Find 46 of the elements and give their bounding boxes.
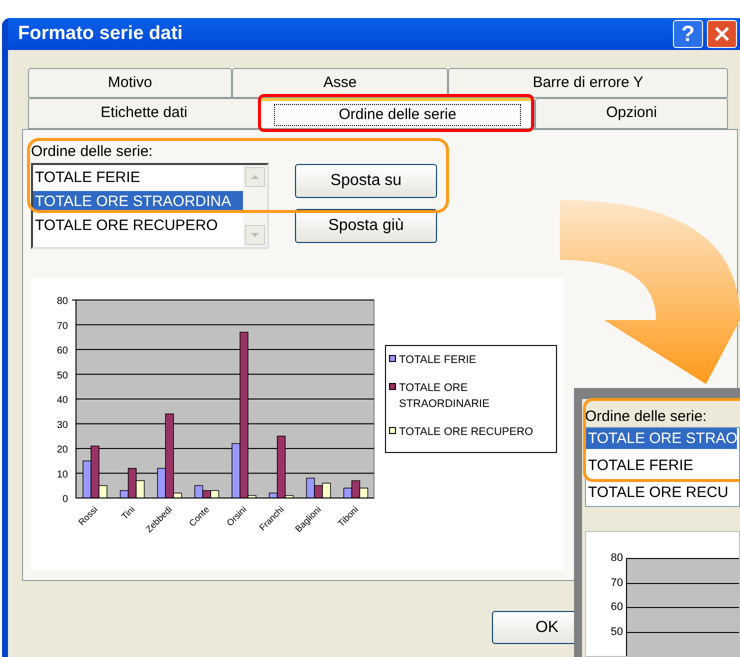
scroll-down-icon[interactable]: [245, 225, 265, 245]
axis-tick-label: 60: [610, 601, 623, 615]
tab[interactable]: Motivo: [28, 68, 232, 98]
list-item[interactable]: TOTALE ORE STRAO: [586, 428, 738, 449]
list-item[interactable]: TOTALE ORE RECUPERO: [33, 215, 243, 236]
legend-label: TOTALE FERIE: [399, 353, 476, 368]
axis-tick-label: 70: [610, 576, 623, 590]
scrollbar[interactable]: [243, 165, 267, 247]
axis-tick-label: 50: [610, 626, 623, 640]
series-list[interactable]: TOTALE ORE STRAO TOTALE FERIE TOTALE ORE RECU: [585, 427, 740, 507]
list-item[interactable]: TOTALE ORE STRAORDINA: [33, 191, 243, 212]
axis-tick-label: 80: [56, 296, 68, 307]
close-button[interactable]: [707, 20, 737, 48]
window-title: Formato serie dati: [18, 22, 184, 46]
tab[interactable]: Barre di errore Y: [448, 68, 728, 98]
axis-tick-label: 50: [56, 370, 68, 382]
axis-tick-label: 80: [610, 552, 623, 566]
bar: [322, 482, 331, 498]
legend-label: TOTALE ORE RECUPERO: [399, 425, 534, 440]
axis-tick-label: 10: [56, 469, 68, 480]
move-down-button[interactable]: Sposta giù: [295, 209, 437, 243]
legend-swatch: [389, 383, 396, 390]
help-button[interactable]: ?: [673, 20, 703, 48]
tab[interactable]: Etichette dati: [28, 98, 260, 129]
series-list[interactable]: TOTALE FERIE TOTALE ORE STRAORDINA TOTALE ORE RECUPERO: [31, 163, 269, 249]
legend-label: TOTALE ORE STRAORDINARIE: [399, 381, 490, 412]
list-item[interactable]: TOTALE ORE RECU: [586, 482, 728, 503]
tab[interactable]: Opzioni: [535, 98, 728, 129]
tab[interactable]: Ordine delle serie: [260, 98, 535, 129]
legend-swatch: [389, 355, 396, 362]
axis-tick-label: 70: [56, 320, 68, 332]
scroll-up-icon[interactable]: [245, 167, 265, 187]
list-item[interactable]: TOTALE FERIE: [33, 167, 243, 188]
tab[interactable]: Asse: [232, 68, 448, 98]
axis-category-label: Tini: [120, 504, 137, 522]
axis-tick-label: 30: [56, 420, 68, 431]
close-icon: [714, 26, 730, 42]
axis-tick-label: 40: [56, 395, 68, 406]
move-up-button[interactable]: Sposta su: [295, 164, 437, 198]
axis-tick-label: 0: [62, 494, 68, 505]
axis-tick-label: 20: [56, 444, 68, 456]
list-label: Ordine delle serie:: [585, 407, 708, 427]
legend-swatch: [389, 427, 396, 434]
list-item[interactable]: TOTALE FERIE: [586, 455, 694, 476]
list-label: Ordine delle serie:: [31, 142, 154, 162]
axis-tick-label: 60: [56, 346, 68, 356]
